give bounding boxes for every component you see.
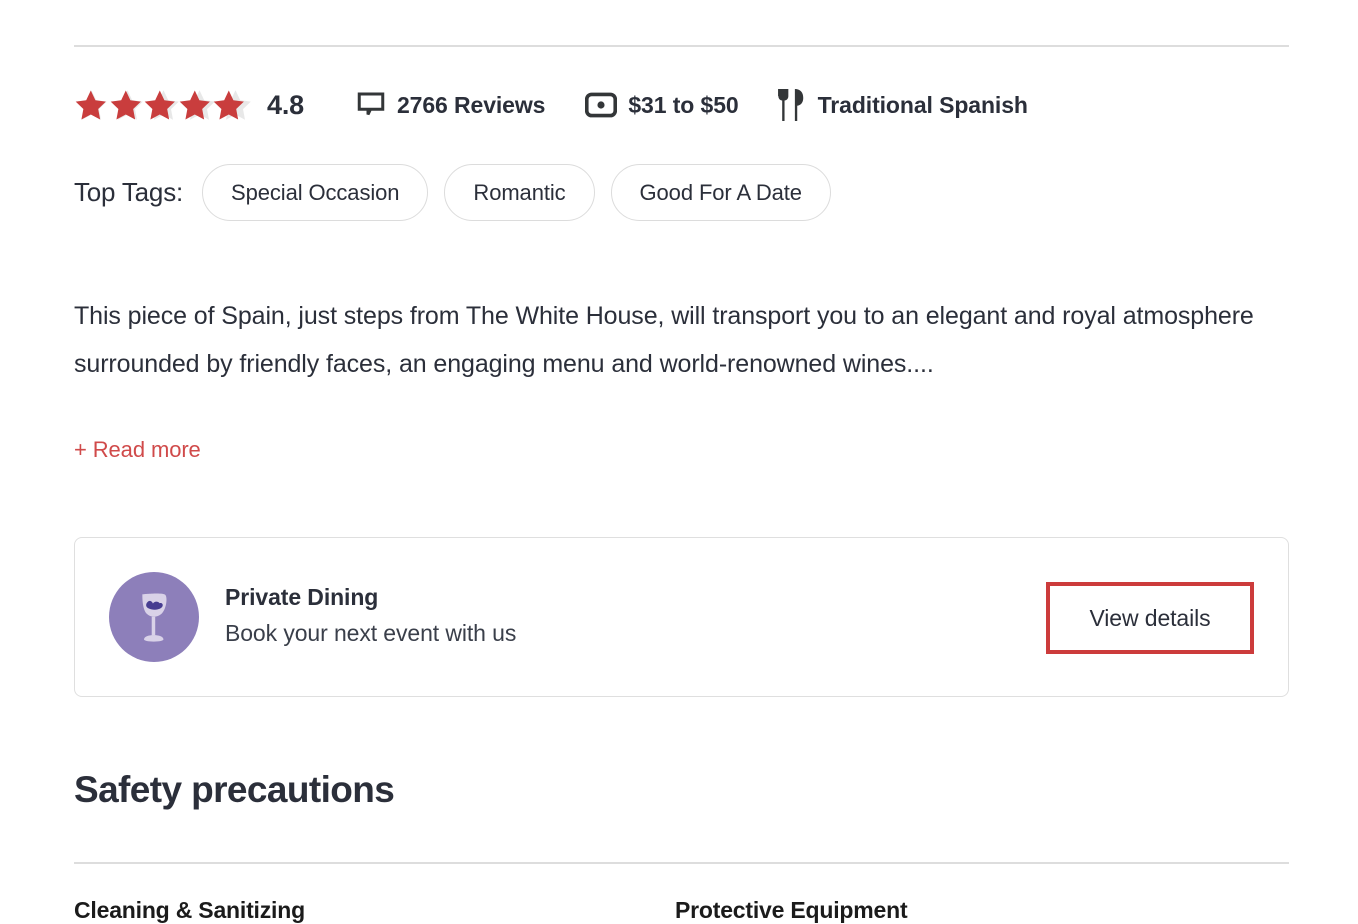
tag-special-occasion[interactable]: Special Occasion [202,164,429,221]
top-divider [74,45,1289,47]
private-dining-text: Private Dining Book your next event with… [225,583,516,650]
fork-knife-icon [777,88,807,122]
safety-divider [74,862,1289,864]
tag-good-for-a-date[interactable]: Good For A Date [610,164,831,221]
safety-column-protective: Protective Equipment [675,897,908,923]
rating-value: 4.8 [267,89,304,120]
star-icon-filled [75,90,106,120]
star-rating-fill [74,88,247,122]
private-dining-title: Private Dining [225,584,379,611]
view-details-label: View details [1089,604,1211,631]
star-rating [74,88,254,122]
cuisine-meta: Traditional Spanish [777,88,1028,122]
private-dining-subtitle: Book your next event with us [225,620,517,647]
restaurant-description: This piece of Spain, just steps from The… [74,302,1254,378]
rating-meta-row: 4.8 2766 Reviews $31 to $50 Traditional … [74,84,1028,126]
avatar [109,572,199,662]
restaurant-detail-page: 4.8 2766 Reviews $31 to $50 Traditional … [0,0,1358,923]
star-icon-filled [144,90,176,120]
wine-glass-icon [142,593,167,642]
star-icon-filled [179,90,210,120]
speech-bubble-icon [356,90,386,120]
private-dining-card: Private Dining Book your next event with… [74,537,1289,697]
price-meta: $31 to $50 [585,91,739,119]
star-icon-filled [110,90,141,120]
reviews-label: 2766 Reviews [396,91,546,118]
view-details-button[interactable]: View details [1046,582,1254,654]
tag-label: Romantic [473,179,566,205]
safety-column-cleaning: Cleaning & Sanitizing [74,897,305,923]
private-dining-content: Private Dining Book your next event with… [109,538,516,696]
tag-romantic[interactable]: Romantic [444,164,595,221]
cuisine-label: Traditional Spanish [817,91,1028,118]
read-more-link[interactable]: + Read more [74,437,201,463]
banknote-icon [585,92,618,118]
tag-label: Good For A Date [639,179,802,205]
price-label: $31 to $50 [628,91,739,118]
reviews-meta[interactable]: 2766 Reviews [356,90,545,120]
top-tags-row: Top Tags: Special Occasion Romantic Good… [74,164,847,221]
tag-label: Special Occasion [231,179,400,205]
star-icon-filled [213,90,245,120]
top-tags-label: Top Tags: [74,177,184,207]
page-title: Safety precautions [74,769,395,810]
